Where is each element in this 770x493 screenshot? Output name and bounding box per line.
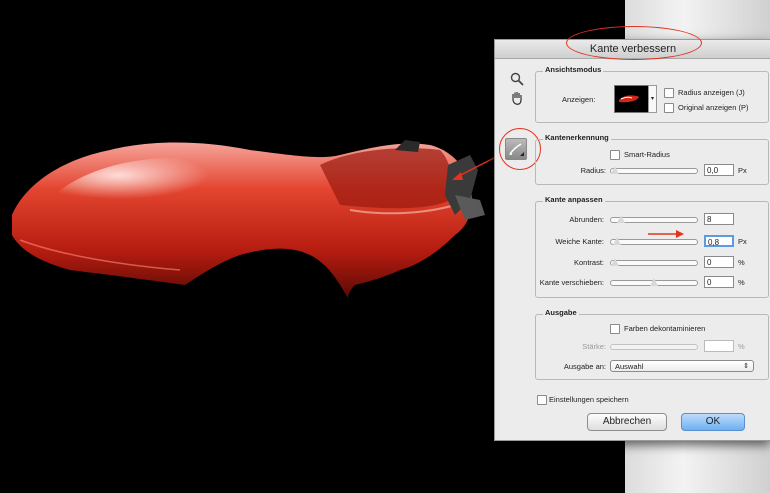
weiche-kante-input[interactable]: 0,8 bbox=[704, 235, 734, 247]
radius-slider[interactable] bbox=[610, 166, 698, 174]
smart-radius-label: Smart-Radius bbox=[624, 150, 670, 159]
kontrast-slider[interactable] bbox=[610, 258, 698, 266]
ausgabe-an-value: Auswahl bbox=[615, 362, 644, 371]
kante-verschieben-input[interactable]: 0 bbox=[704, 276, 734, 288]
ausgabe-an-select[interactable]: Auswahl ⇕ bbox=[610, 360, 754, 372]
einstellungen-speichern-checkbox[interactable] bbox=[537, 395, 547, 405]
kontrast-slider-knob[interactable] bbox=[611, 258, 619, 266]
staerke-label: Stärke: bbox=[582, 342, 606, 351]
smart-radius-checkbox[interactable] bbox=[610, 150, 620, 160]
ausgabe-title: Ausgabe bbox=[543, 308, 579, 317]
kante-verschieben-slider-knob[interactable] bbox=[650, 278, 658, 286]
abrunden-input[interactable]: 8 bbox=[704, 213, 734, 225]
kante-verschieben-slider[interactable] bbox=[610, 278, 698, 286]
weiche-kante-unit: Px bbox=[738, 237, 747, 246]
weiche-kante-label: Weiche Kante: bbox=[555, 237, 604, 246]
radius-label: Radius: bbox=[580, 166, 606, 175]
ansichtsmodus-title: Ansichtsmodus bbox=[543, 65, 604, 74]
annotation-arrow-small bbox=[648, 230, 684, 238]
staerke-input[interactable] bbox=[704, 340, 734, 352]
abrunden-slider[interactable] bbox=[610, 215, 698, 223]
farben-dekontaminieren-label: Farben dekontaminieren bbox=[624, 324, 706, 333]
kontrast-label: Kontrast: bbox=[573, 258, 604, 267]
einstellungen-speichern-label: Einstellungen speichern bbox=[549, 395, 629, 404]
radius-anzeigen-label: Radius anzeigen (J) bbox=[678, 88, 745, 97]
radius-slider-knob[interactable] bbox=[611, 166, 619, 174]
ok-button[interactable]: OK bbox=[681, 413, 745, 431]
kante-verschieben-label: Kante verschieben: bbox=[539, 278, 604, 287]
kantenerkennung-group: Kantenerkennung Smart-Radius Radius: 0,0… bbox=[535, 133, 769, 185]
original-anzeigen-checkbox[interactable] bbox=[664, 103, 674, 113]
kante-anpassen-title: Kante anpassen bbox=[543, 195, 605, 204]
staerke-unit: % bbox=[738, 342, 745, 351]
farben-dekontaminieren-checkbox[interactable] bbox=[610, 324, 620, 334]
radius-input[interactable]: 0,0 bbox=[704, 164, 734, 176]
cancel-button[interactable]: Abbrechen bbox=[587, 413, 667, 431]
staerke-slider[interactable] bbox=[610, 344, 698, 350]
original-anzeigen-label: Original anzeigen (P) bbox=[678, 103, 749, 112]
abrunden-label: Abrunden: bbox=[569, 215, 604, 224]
ausgabe-group: Ausgabe Farben dekontaminieren Stärke: %… bbox=[535, 308, 769, 380]
view-mode-thumbnail bbox=[619, 95, 639, 103]
annotation-circle-title bbox=[566, 26, 702, 60]
weiche-kante-slider-knob[interactable] bbox=[612, 237, 621, 245]
zoom-icon[interactable] bbox=[509, 71, 525, 87]
hand-icon[interactable] bbox=[509, 90, 525, 106]
ausgabe-an-label: Ausgabe an: bbox=[563, 362, 606, 371]
ansichtsmodus-group: Ansichtsmodus Anzeigen: ▾ Radius anzeige… bbox=[535, 65, 769, 123]
kante-verschieben-unit: % bbox=[738, 278, 745, 287]
refine-edge-dialog: Kante verbessern Ansichtsmodus Anzeigen:… bbox=[494, 26, 770, 441]
kantenerkennung-title: Kantenerkennung bbox=[543, 133, 611, 142]
radius-unit: Px bbox=[738, 166, 747, 175]
weiche-kante-slider[interactable] bbox=[610, 237, 698, 245]
kante-anpassen-group: Kante anpassen Abrunden: 8 Weiche Kante:… bbox=[535, 195, 769, 298]
view-mode-selector[interactable] bbox=[614, 85, 650, 113]
kontrast-input[interactable]: 0 bbox=[704, 256, 734, 268]
abrunden-slider-knob[interactable] bbox=[617, 215, 626, 223]
radius-anzeigen-checkbox[interactable] bbox=[664, 88, 674, 98]
anzeigen-label: Anzeigen: bbox=[562, 95, 596, 104]
kontrast-unit: % bbox=[738, 258, 745, 267]
select-arrows-icon: ⇕ bbox=[743, 363, 749, 370]
view-mode-dropdown-arrow[interactable]: ▾ bbox=[648, 85, 657, 113]
